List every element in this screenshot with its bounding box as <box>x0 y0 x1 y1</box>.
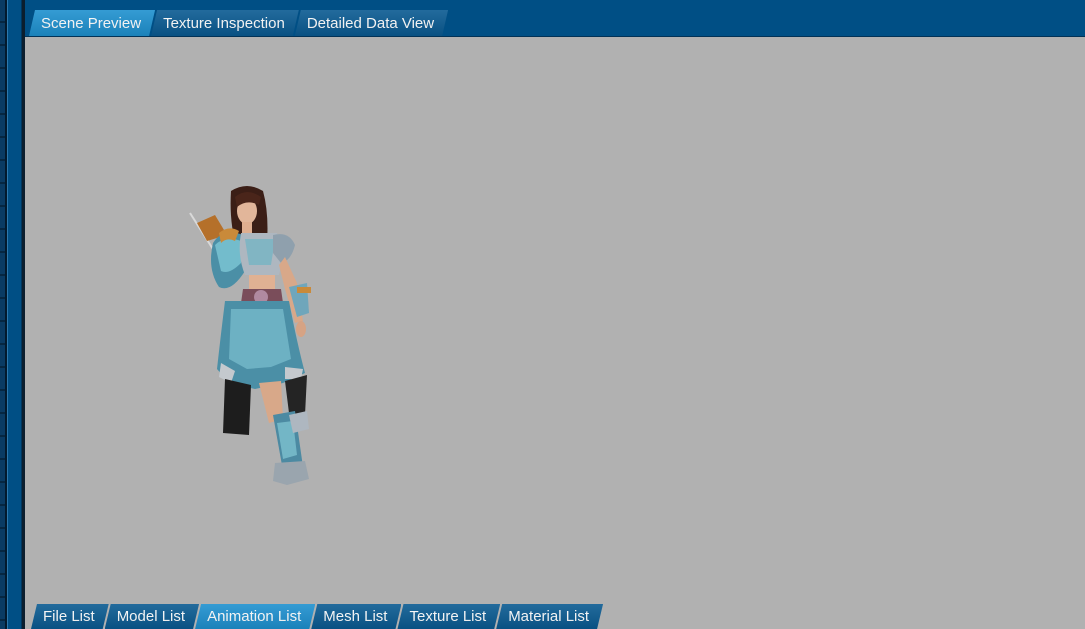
tab-label: Animation List <box>207 608 302 625</box>
bottom-tab-bar: File List Model List Animation List Mesh… <box>25 604 1085 629</box>
tab-label: Texture List <box>409 608 487 625</box>
tab-label: Mesh List <box>323 608 388 625</box>
tab-mesh-list[interactable]: Mesh List <box>311 604 401 629</box>
tab-material-list[interactable]: Material List <box>496 604 603 629</box>
left-splitter-strip[interactable] <box>0 0 25 629</box>
back-skirt-left <box>223 379 251 435</box>
tab-file-list[interactable]: File List <box>31 604 109 629</box>
tab-scene-preview[interactable]: Scene Preview <box>29 10 155 36</box>
foot-right <box>273 461 309 485</box>
character-model <box>189 186 311 485</box>
bracer-trim <box>297 287 311 293</box>
tab-texture-list[interactable]: Texture List <box>397 604 500 629</box>
tab-label: Model List <box>116 608 186 625</box>
neck <box>242 222 252 234</box>
tab-label: Scene Preview <box>41 14 142 32</box>
skirt-detail <box>229 309 291 369</box>
tab-texture-inspection[interactable]: Texture Inspection <box>151 10 299 36</box>
tab-model-list[interactable]: Model List <box>105 604 199 629</box>
tab-detailed-data-view[interactable]: Detailed Data View <box>295 10 448 36</box>
back-skirt-right <box>285 375 307 415</box>
model-viewer-app: Scene Preview Texture Inspection Detaile… <box>0 0 1085 629</box>
splitter-bar[interactable] <box>7 0 22 629</box>
tab-label: File List <box>43 608 95 625</box>
tab-label: Texture Inspection <box>163 14 285 32</box>
chest-armor-detail <box>245 239 275 265</box>
tab-animation-list[interactable]: Animation List <box>195 604 315 629</box>
top-tab-bar: Scene Preview Texture Inspection Detaile… <box>25 0 1085 37</box>
tab-label: Detailed Data View <box>306 14 435 32</box>
tab-label: Material List <box>508 608 590 625</box>
scene-viewport[interactable] <box>25 37 1085 604</box>
bottom-tab-row: File List Model List Animation List Mesh… <box>31 604 599 629</box>
right-hand <box>296 321 306 337</box>
top-tab-row: Scene Preview Texture Inspection Detaile… <box>29 9 444 36</box>
